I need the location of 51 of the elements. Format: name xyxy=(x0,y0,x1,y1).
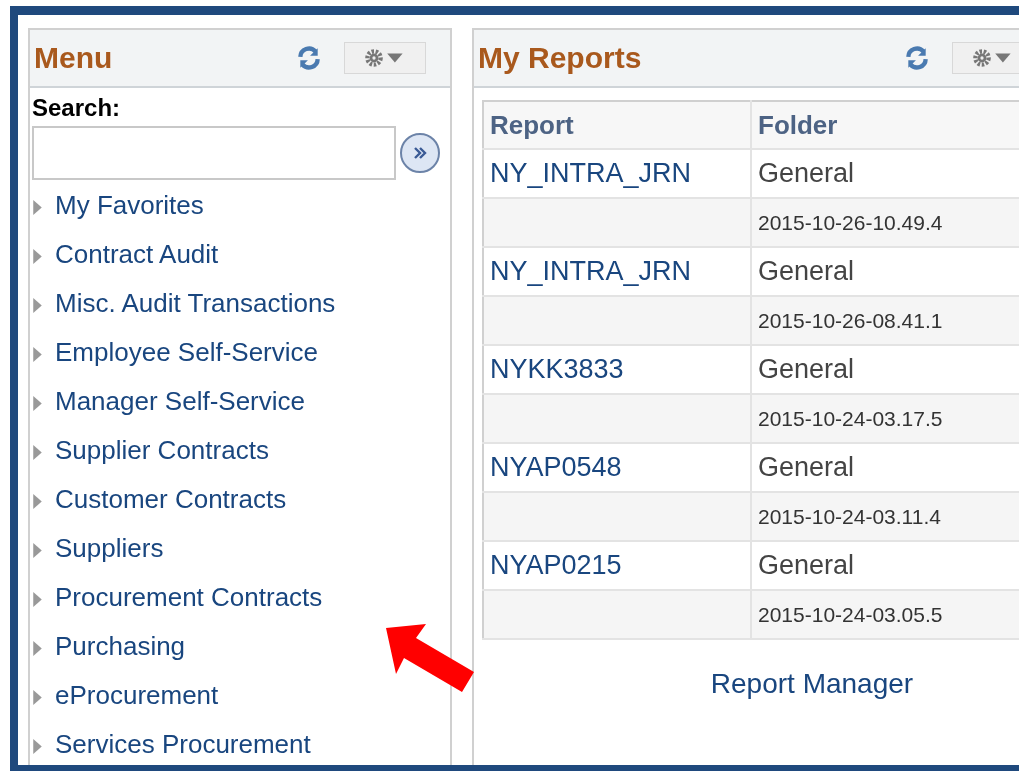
report-link[interactable]: NY_INTRA_JRN xyxy=(483,149,751,198)
table-cell: General xyxy=(751,149,1019,198)
report-link[interactable]: NYAP0215 xyxy=(483,541,751,590)
menu-item[interactable]: Contract Audit xyxy=(55,238,219,269)
panel-title: My Reports xyxy=(478,41,642,75)
expand-arrow-icon[interactable] xyxy=(32,542,43,559)
table-cell: 2015-10-26-10.49.4 xyxy=(751,198,1019,247)
expand-arrow-icon[interactable] xyxy=(32,738,43,755)
expand-arrow-icon[interactable] xyxy=(32,297,43,314)
search-field[interactable] xyxy=(32,126,396,180)
expand-arrow-icon[interactable] xyxy=(32,395,43,412)
expand-arrow-icon[interactable] xyxy=(32,199,43,216)
menu-item[interactable]: My Favorites xyxy=(55,189,204,220)
refresh-icon[interactable] xyxy=(904,45,930,71)
menu-item[interactable]: Customer Contracts xyxy=(55,483,287,514)
settings-button[interactable] xyxy=(952,42,1019,74)
table-cell: General xyxy=(751,443,1019,492)
expand-arrow-icon[interactable] xyxy=(32,248,43,265)
expand-arrow-icon[interactable] xyxy=(32,346,43,363)
table-cell: General xyxy=(751,345,1019,394)
expand-arrow-icon[interactable] xyxy=(32,493,43,510)
column-header: Report xyxy=(483,101,751,149)
report-manager-link[interactable]: Report Manager xyxy=(710,668,914,699)
column-header: Folder xyxy=(751,101,1019,149)
refresh-icon[interactable] xyxy=(296,45,322,71)
menu-item[interactable]: Procurement Contracts xyxy=(55,581,323,612)
menu-item[interactable]: eProcurement xyxy=(55,679,219,710)
search-go-button[interactable] xyxy=(400,133,440,173)
table-cell: General xyxy=(751,247,1019,296)
search-label: Search: xyxy=(32,94,122,122)
table-cell: 2015-10-24-03.05.5 xyxy=(751,590,1019,639)
expand-arrow-icon[interactable] xyxy=(32,444,43,461)
report-link[interactable]: NY_INTRA_JRN xyxy=(483,247,751,296)
menu-item[interactable]: Purchasing xyxy=(55,630,186,661)
menu-item[interactable]: Suppliers xyxy=(55,532,164,563)
menu-item[interactable]: Manager Self-Service xyxy=(55,385,305,416)
menu-item[interactable]: Misc. Audit Transactions xyxy=(55,287,336,318)
expand-arrow-icon[interactable] xyxy=(32,591,43,608)
menu-item[interactable]: Services Procurement xyxy=(55,728,311,759)
table-cell: General xyxy=(751,541,1019,590)
table-cell: 2015-10-26-08.41.1 xyxy=(751,296,1019,345)
table-cell: 2015-10-24-03.11.4 xyxy=(751,492,1019,541)
table-cell: 2015-10-24-03.17.5 xyxy=(751,394,1019,443)
settings-button[interactable] xyxy=(344,42,426,74)
panel-title: Menu xyxy=(34,41,113,75)
report-link[interactable]: NYKK3833 xyxy=(483,345,751,394)
menu-item[interactable]: Employee Self-Service xyxy=(55,336,318,367)
report-link[interactable]: NYAP0548 xyxy=(483,443,751,492)
menu-item[interactable]: Supplier Contracts xyxy=(55,434,269,465)
expand-arrow-icon[interactable] xyxy=(32,689,43,706)
expand-arrow-icon[interactable] xyxy=(32,640,43,657)
